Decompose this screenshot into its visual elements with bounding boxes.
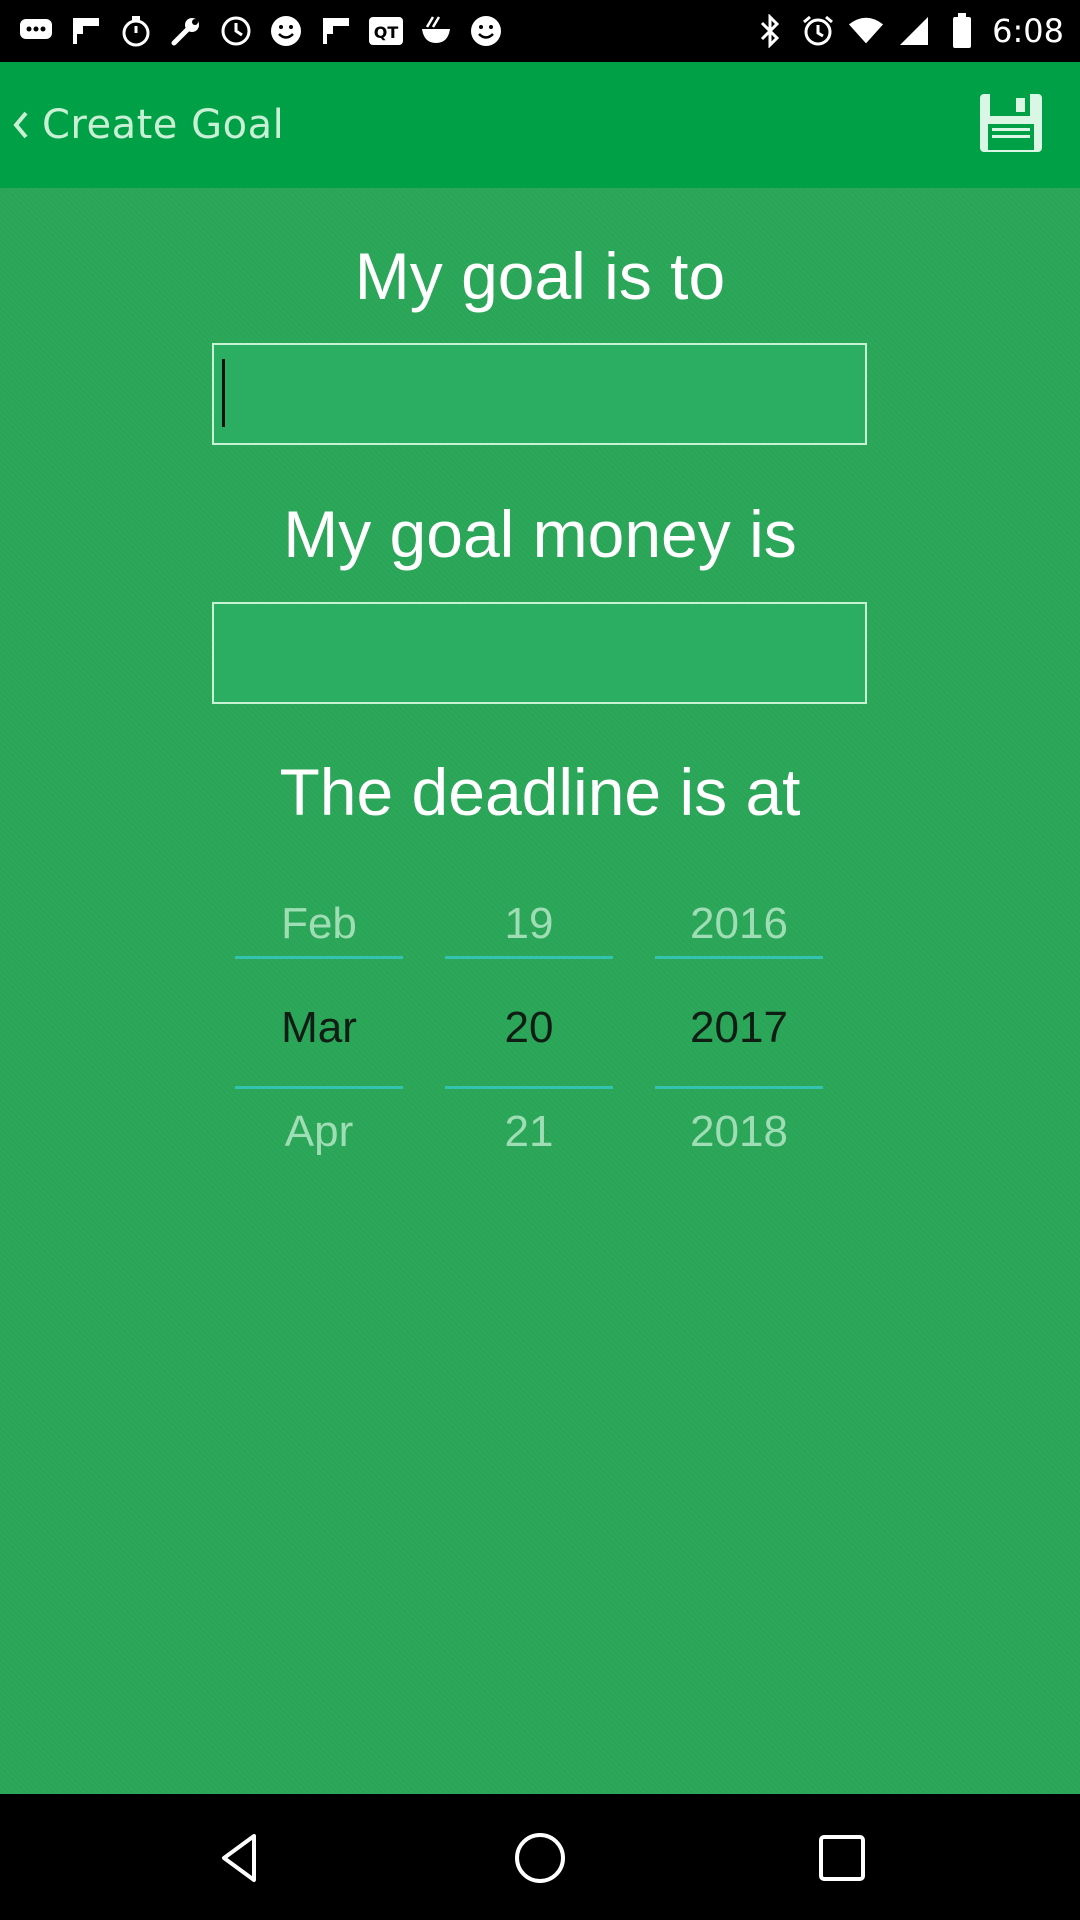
clock-time: 6:08 [992,12,1064,50]
year-prev[interactable]: 2016 [655,894,823,954]
page-title: Create Goal [42,102,285,148]
nav-home-button[interactable] [510,1828,570,1888]
app-bar: Create Goal [0,62,1080,188]
qr-icon: QT [368,13,404,49]
month-next[interactable]: Apr [235,1102,403,1162]
day-prev[interactable]: 19 [445,894,613,954]
wifi-icon [848,13,884,49]
nav-back-button[interactable] [210,1828,270,1888]
chevron-left-icon [10,105,32,145]
status-bar: QT 6:08 [0,0,1080,62]
text-cursor [222,359,225,427]
navigation-bar [0,1794,1080,1920]
nav-recents-button[interactable] [812,1828,872,1888]
chat-icon [18,13,54,49]
signal-icon [896,13,932,49]
flipboard-icon [318,13,354,49]
day-picker[interactable]: 19 20 21 [445,894,613,1162]
goal-money-label: My goal money is [283,497,797,571]
wrench-icon [168,13,204,49]
recents-square-icon [812,1835,872,1892]
month-current[interactable]: Mar [235,998,403,1058]
day-next[interactable]: 21 [445,1102,613,1162]
month-divider-top [235,956,403,959]
goal-money-input[interactable] [212,602,867,704]
day-current[interactable]: 20 [445,998,613,1058]
rice-bowl-icon [418,13,454,49]
save-icon [978,94,1044,158]
flipboard-icon [68,13,104,49]
back-triangle-icon [210,1834,270,1892]
timer-icon [118,13,154,49]
year-divider-top [655,956,823,959]
year-next[interactable]: 2018 [655,1102,823,1162]
bluetooth-icon [752,13,788,49]
smiley-icon [268,13,304,49]
deadline-label: The deadline is at [279,755,801,829]
year-current[interactable]: 2017 [655,998,823,1058]
svg-text:QT: QT [374,23,399,42]
smiley-icon [468,13,504,49]
goal-label: My goal is to [354,239,726,313]
month-picker[interactable]: Feb Mar Apr [235,894,403,1162]
alarm-icon [800,13,836,49]
goal-form: My goal is to My goal money is The deadl… [0,188,1080,1794]
month-prev[interactable]: Feb [235,894,403,954]
clock-icon [218,13,254,49]
home-circle-icon [510,1833,570,1892]
day-divider-top [445,956,613,959]
back-button[interactable]: Create Goal [10,90,284,160]
battery-icon [944,13,980,49]
year-divider-bottom [655,1086,823,1089]
year-picker[interactable]: 2016 2017 2018 [655,894,823,1162]
save-button[interactable] [978,92,1044,154]
system-status: 6:08 [752,8,1064,54]
day-divider-bottom [445,1086,613,1089]
month-divider-bottom [235,1086,403,1089]
goal-input[interactable] [212,343,867,445]
notification-icons: QT [18,10,504,52]
